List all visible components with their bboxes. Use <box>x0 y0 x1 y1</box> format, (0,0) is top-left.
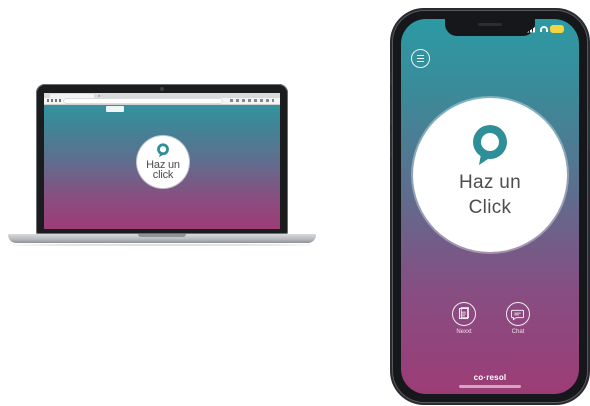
status-bar <box>527 25 563 33</box>
haz-un-click-button[interactable]: Haz un Click <box>413 98 567 252</box>
nexxt-label: Nexxt <box>456 329 472 335</box>
chat-bubble-icon <box>473 125 507 165</box>
address-bar[interactable] <box>64 99 222 103</box>
menu-icon-bar <box>417 61 424 63</box>
laptop-lid: × Haz un click <box>36 84 288 234</box>
menu-icon <box>417 55 424 57</box>
menu-button[interactable] <box>411 49 430 68</box>
haz-un-click-line2: Click <box>468 197 512 218</box>
site-header <box>44 105 280 114</box>
chat-button[interactable]: Chat <box>500 302 536 335</box>
phone-screen: Haz un Click Nexxt Chat co·resol <box>401 19 579 394</box>
chat-ring <box>506 302 530 326</box>
laptop-camera <box>160 87 164 91</box>
browser-nav-buttons-icon[interactable] <box>47 99 61 102</box>
site-logo[interactable] <box>106 106 124 112</box>
home-indicator[interactable] <box>459 385 521 388</box>
chat-icon <box>511 309 524 321</box>
battery-icon <box>551 26 563 32</box>
laptop-notch <box>138 234 186 237</box>
phone-mockup: Haz un Click Nexxt Chat co·resol <box>390 10 590 403</box>
browser-toolbar <box>44 98 280 105</box>
phone-volume-up <box>390 100 392 126</box>
phone-side-button <box>390 72 392 86</box>
chat-label: Chat <box>511 329 525 335</box>
menu-icon-bar <box>417 58 424 60</box>
phone-notch <box>445 19 535 36</box>
laptop-shadow <box>12 244 312 246</box>
haz-un-click-label: Haz un click <box>137 160 189 181</box>
haz-un-click-line1: Haz un <box>458 172 521 193</box>
signal-icon <box>527 25 537 33</box>
phone-speaker <box>478 23 502 26</box>
phone-volume-down <box>390 132 392 158</box>
haz-un-click-button[interactable]: Haz un click <box>137 136 189 188</box>
laptop-mockup: × Haz un click <box>8 84 316 254</box>
nexxt-button[interactable]: Nexxt <box>446 302 482 335</box>
browser-extensions-icon[interactable] <box>230 99 274 102</box>
document-icon <box>458 307 469 320</box>
wifi-icon <box>540 26 548 32</box>
laptop-screen: × Haz un click <box>44 93 280 229</box>
haz-un-click-line2: click <box>152 169 174 181</box>
haz-un-click-label: Haz un Click <box>413 170 567 220</box>
nexxt-ring <box>452 302 476 326</box>
chat-bubble-icon <box>157 143 169 158</box>
brand-logo: co·resol <box>473 373 507 382</box>
